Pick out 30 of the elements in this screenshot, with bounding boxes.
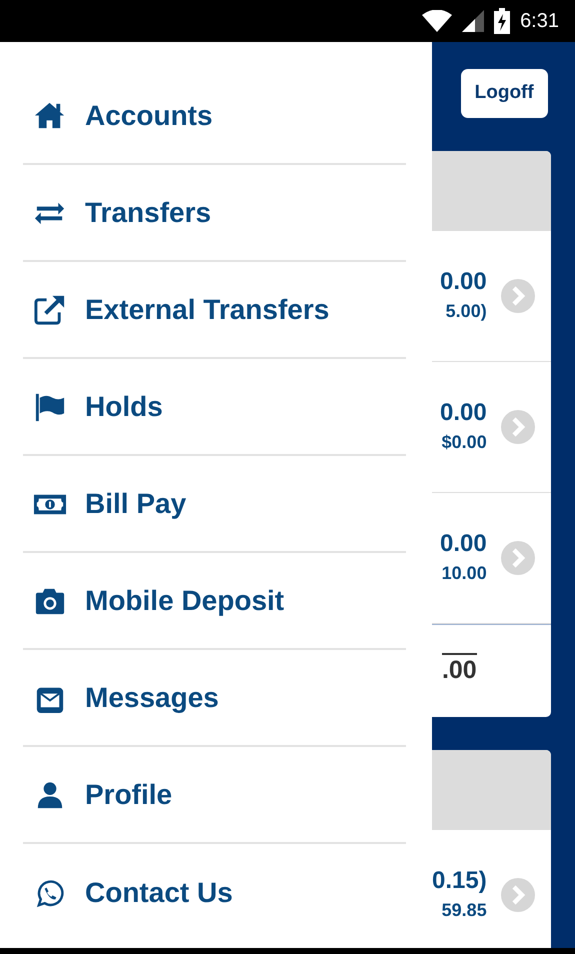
status-time: 6:31 — [520, 9, 559, 34]
menu-item[interactable]: Bill Pay — [23, 456, 406, 553]
chevron-right-icon — [500, 278, 535, 312]
menu-item[interactable]: Transfers — [23, 165, 406, 262]
available-amount: 10.00 — [442, 562, 487, 585]
logoff-button[interactable]: Logoff — [460, 69, 548, 118]
available-amount: 59.85 — [442, 898, 487, 922]
menu-item[interactable]: Mobile Deposit — [23, 553, 406, 650]
menu-item[interactable]: Profile — [23, 747, 406, 844]
wifi-icon — [422, 10, 452, 32]
menu-item[interactable]: Holds — [23, 359, 406, 456]
account-row[interactable]: 0.00 5.00) — [432, 230, 551, 362]
account-row[interactable]: 0.00 10.00 — [432, 492, 551, 624]
balance-amount: 0.00 — [440, 529, 487, 560]
total-amount: .00 — [442, 652, 477, 684]
balance-amount: 0.15) — [432, 866, 487, 896]
menu-item[interactable]: External Transfers — [23, 262, 406, 359]
chevron-right-icon — [500, 410, 535, 444]
battery-icon — [494, 8, 510, 34]
signal-icon — [462, 10, 484, 32]
chevron-right-icon — [500, 540, 535, 574]
available-amount: 5.00) — [446, 300, 487, 323]
menu-item[interactable]: Contact Us — [23, 844, 406, 941]
menu-item[interactable]: Messages — [23, 650, 406, 747]
chevron-right-icon — [500, 878, 535, 912]
balance-amount: 0.00 — [440, 398, 487, 428]
balance-amount: 0.00 — [440, 267, 487, 298]
available-amount: $0.00 — [442, 430, 487, 454]
menu-item[interactable]: Accounts — [23, 68, 406, 165]
account-row[interactable]: 0.00 $0.00 — [432, 362, 551, 492]
